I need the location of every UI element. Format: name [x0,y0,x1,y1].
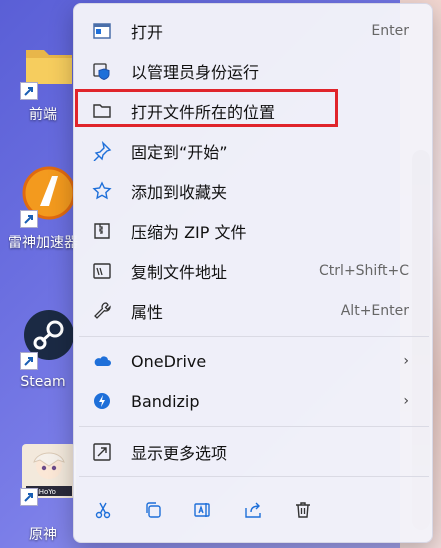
menu-item-show-more-options[interactable]: 显示更多选项 [79,433,427,471]
desktop-icon-label: 雷神加速器 [8,235,78,251]
star-icon [91,180,113,202]
menu-item-onedrive[interactable]: OneDrive › [79,342,427,380]
rename-icon[interactable] [189,496,217,524]
desktop-icon-label: 原神 [29,527,57,543]
menu-item-compress-zip[interactable]: 压缩为 ZIP 文件 [79,212,427,250]
cut-icon[interactable] [89,496,117,524]
shortcut-arrow-icon [20,82,38,100]
share-icon[interactable] [239,496,267,524]
shortcut-text: Alt+Enter [340,303,409,319]
delete-icon[interactable] [289,496,317,524]
chevron-right-icon: › [403,393,409,409]
menu-item-pin-to-start[interactable]: 固定到“开始” [79,132,427,170]
menu-item-copy-path[interactable]: 复制文件地址 Ctrl+Shift+C [79,252,427,290]
chevron-right-icon: › [403,353,409,369]
menu-divider [79,476,429,477]
zip-icon [91,220,113,242]
shortcut-text: Ctrl+Shift+C [319,263,409,279]
context-menu: 打开 Enter 以管理员身份运行 打开文件所在的位置 固定到“开始” 添加到收… [73,3,433,543]
menu-divider [79,336,429,337]
copy-icon[interactable] [139,496,167,524]
highlight-box [75,89,338,127]
shortcut-arrow-icon [20,210,38,228]
menu-item-properties[interactable]: 属性 Alt+Enter [79,292,427,330]
desktop-icon-steam[interactable]: Steam [8,308,78,400]
copy-path-icon [91,260,113,282]
shield-icon [91,60,113,82]
desktop-icon-frontend[interactable]: 前端 [8,38,78,130]
menu-divider [79,426,429,427]
pin-icon [91,140,113,162]
desktop-icon-label: 前端 [29,107,57,123]
shortcut-text: Enter [371,23,409,39]
wrench-icon [91,300,113,322]
onedrive-icon [91,350,113,372]
more-options-icon [91,441,113,463]
shortcut-arrow-icon [20,488,38,506]
desktop-icon-label: Steam [20,374,66,390]
shortcut-arrow-icon [20,352,38,370]
menu-item-bandizip[interactable]: Bandizip › [79,382,427,420]
menu-item-open[interactable]: 打开 Enter [79,12,427,50]
app-window-icon [91,20,113,42]
quick-actions-bar [79,487,429,535]
desktop-icon-leishen[interactable]: 雷神加速器 [8,166,78,258]
menu-item-run-as-admin[interactable]: 以管理员身份运行 [79,52,427,90]
menu-item-add-to-favorites[interactable]: 添加到收藏夹 [79,172,427,210]
desktop-icon-genshin[interactable]: miHoYo 原神 [8,444,78,543]
bandizip-icon [91,390,113,412]
